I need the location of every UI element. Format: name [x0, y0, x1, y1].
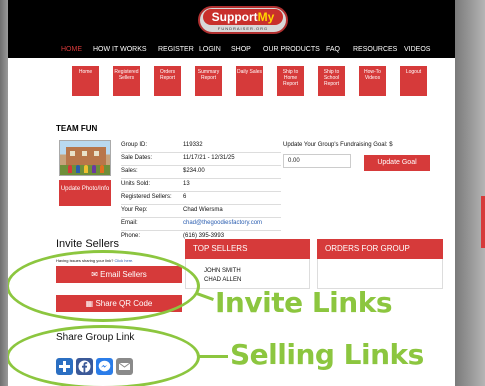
toolbar-summary-report-button[interactable]: Summary Report: [195, 66, 222, 96]
orders-for-group-panel: [317, 259, 443, 289]
photo-building: [66, 147, 106, 165]
nav-login[interactable]: LOGIN: [199, 46, 221, 53]
toolbar-orders-report-button[interactable]: Orders Report: [154, 66, 181, 96]
top-sellers-panel: [185, 259, 310, 289]
toolbar-ship-home-button[interactable]: Ship to Home Report: [277, 66, 304, 96]
invite-links-connector: [196, 292, 214, 301]
logo-subtext: FUNDRAISER.ORG: [217, 26, 269, 31]
main-nav: HOME HOW IT WORKS REGISTER LOGIN SHOP OU…: [8, 46, 455, 58]
update-photo-button[interactable]: Update Photo/Info: [59, 180, 111, 206]
nav-home[interactable]: HOME: [61, 46, 82, 53]
group-photo: [59, 140, 111, 176]
logo-highlight-text: My: [257, 10, 275, 24]
toolbar-home-button[interactable]: Home: [72, 66, 99, 96]
toolbar-daily-sales-button[interactable]: Daily Sales: [236, 66, 263, 96]
list-item: JOHN SMITH: [204, 268, 241, 274]
orders-for-group-header: ORDERS FOR GROUP: [317, 239, 443, 259]
page: Support My FUNDRAISER.ORG HOME HOW IT WOR…: [8, 0, 455, 386]
logo-main-text: Support: [211, 10, 258, 24]
invite-links-highlight: [8, 250, 200, 322]
nav-how-it-works[interactable]: HOW IT WORKS: [93, 46, 147, 53]
rep-email-link[interactable]: chad@thegoodiesfactory.com: [183, 220, 262, 226]
selling-links-label: Selling Links: [230, 338, 424, 371]
logo-wordmark: Support My: [203, 9, 283, 25]
nav-resources[interactable]: RESOURCES: [353, 46, 397, 53]
dashboard-toolbar: Home Registered Sellers Orders Report Su…: [8, 66, 455, 96]
nav-faq[interactable]: FAQ: [326, 46, 340, 53]
list-item: CHAD ALLEN: [204, 277, 242, 283]
selling-links-connector: [198, 355, 228, 358]
nav-our-products[interactable]: OUR PRODUCTS: [263, 46, 320, 53]
toolbar-howto-videos-button[interactable]: How-To Videos: [359, 66, 386, 96]
side-tab[interactable]: [481, 196, 485, 248]
toolbar-logout-button[interactable]: Logout: [400, 66, 427, 96]
nav-shop[interactable]: SHOP: [231, 46, 251, 53]
toolbar-ship-school-button[interactable]: Ship to School Report: [318, 66, 345, 96]
goal-label: Update Your Group's Fundraising Goal: $: [283, 142, 393, 148]
logo[interactable]: Support My FUNDRAISER.ORG: [198, 6, 288, 34]
toolbar-registered-sellers-button[interactable]: Registered Sellers: [113, 66, 140, 96]
team-title: TEAM FUN: [56, 124, 98, 133]
header: Support My FUNDRAISER.ORG HOME HOW IT WOR…: [8, 0, 455, 58]
selling-links-highlight: [8, 325, 200, 386]
page-shadow-left: [0, 0, 8, 386]
page-shadow-right: [455, 0, 485, 386]
invite-sellers-title: Invite Sellers: [56, 238, 119, 250]
top-sellers-header: TOP SELLERS: [185, 239, 310, 259]
invite-links-label: Invite Links: [215, 286, 392, 319]
goal-input[interactable]: 0.00: [283, 154, 351, 168]
nav-videos[interactable]: VIDEOS: [404, 46, 430, 53]
nav-register[interactable]: REGISTER: [158, 46, 194, 53]
update-goal-button[interactable]: Update Goal: [364, 155, 430, 171]
